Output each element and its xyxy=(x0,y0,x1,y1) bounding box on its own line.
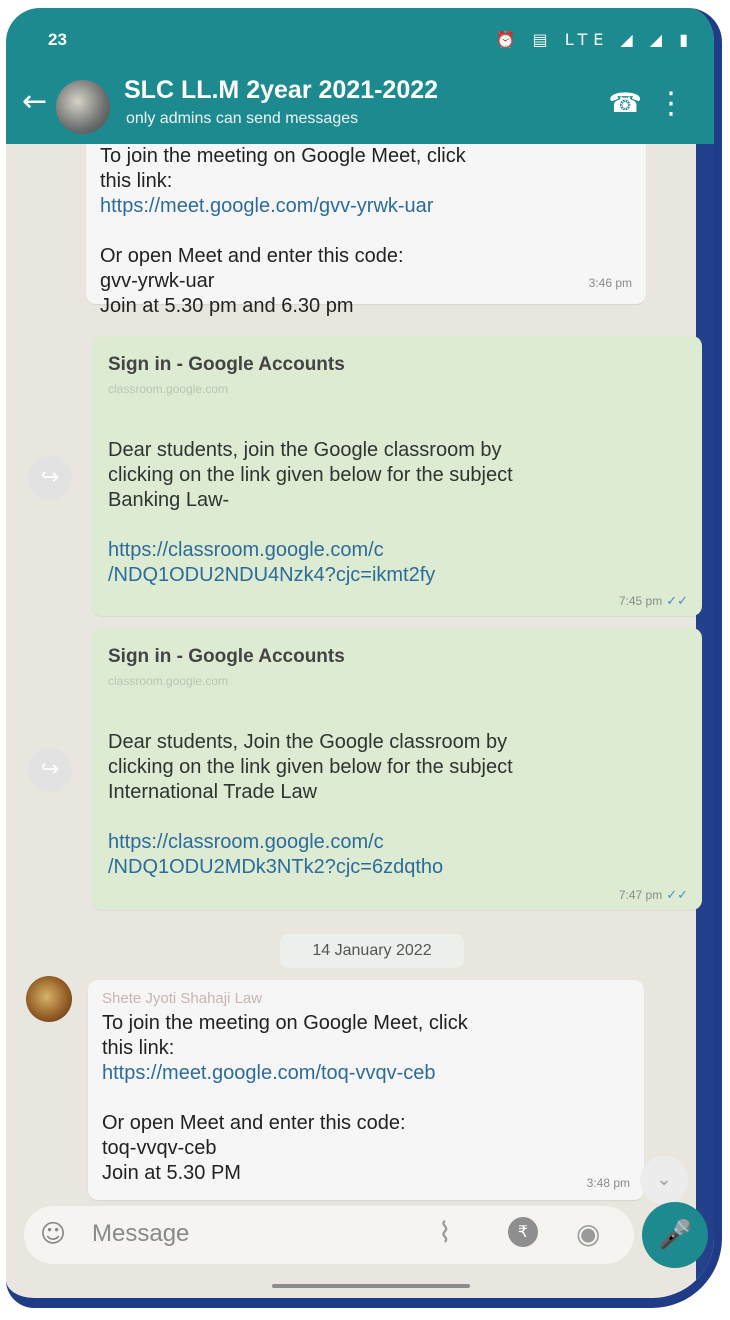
message-time: 3:46 pm xyxy=(588,276,632,290)
message-time: 3:48 pm xyxy=(586,1176,630,1190)
scroll-down-icon[interactable]: ⌄ xyxy=(640,1156,688,1204)
group-title[interactable]: SLC LL.M 2year 2021-2022 xyxy=(124,76,438,105)
add-call-icon[interactable]: ☎ xyxy=(608,88,642,119)
link-preview-title[interactable]: Sign in - Google Accounts xyxy=(108,646,686,668)
message-link[interactable]: https://classroom.google.com/c /NDQ1ODU2… xyxy=(108,830,686,880)
message-text-secondary: Or open Meet and enter this code: gvv-yr… xyxy=(100,245,404,317)
message-bubble-outgoing[interactable]: Sign in - Google Accounts classroom.goog… xyxy=(92,628,702,910)
chat-area[interactable]: To join the meeting on Google Meet, clic… xyxy=(6,144,714,1214)
message-text: Dear students, Join the Google classroom… xyxy=(108,731,513,803)
message-time-text: 7:47 pm xyxy=(618,888,663,902)
message-time: 7:45 pm ✓✓ xyxy=(619,594,688,609)
message-composer[interactable]: ☺ ⌇ ₹ ◉ xyxy=(24,1206,634,1264)
message-time: 7:47 pm ✓✓ xyxy=(619,888,688,903)
message-link[interactable]: https://classroom.google.com/c /NDQ1ODU2… xyxy=(108,538,686,588)
link-preview-title[interactable]: Sign in - Google Accounts xyxy=(108,354,686,376)
message-bubble-outgoing[interactable]: Sign in - Google Accounts classroom.goog… xyxy=(92,336,702,616)
message-time-text: 7:45 pm xyxy=(618,594,663,608)
home-indicator xyxy=(272,1284,470,1288)
status-time: 23 xyxy=(48,30,67,49)
forward-icon[interactable]: ↪ xyxy=(28,748,72,792)
phone-screen: 23 ⏰ ▤ LTE ◢ ◢ ▮ ← SLC LL.M 2year 2021-2… xyxy=(6,8,722,1308)
date-separator: 14 January 2022 xyxy=(280,934,464,968)
status-bar: 23 ⏰ ▤ LTE ◢ ◢ ▮ xyxy=(6,8,714,68)
message-link[interactable]: https://meet.google.com/gvv-yrwk-uar xyxy=(100,194,632,219)
payment-icon[interactable]: ₹ xyxy=(508,1217,538,1247)
message-input[interactable] xyxy=(92,1214,412,1254)
message-link[interactable]: https://meet.google.com/toq-vvqv-ceb xyxy=(102,1061,630,1086)
emoji-icon[interactable]: ☺ xyxy=(40,1219,66,1248)
link-preview-domain: classroom.google.com xyxy=(108,382,229,396)
status-icons: ⏰ ▤ LTE ◢ ◢ ▮ xyxy=(495,30,694,49)
chat-header: ← SLC LL.M 2year 2021-2022 only admins c… xyxy=(6,68,714,144)
link-preview-domain: classroom.google.com xyxy=(108,674,229,688)
sender-name[interactable]: Shete Jyoti Shahaji Law xyxy=(102,990,630,1007)
forward-icon[interactable]: ↪ xyxy=(28,456,72,500)
sender-avatar[interactable] xyxy=(26,976,72,1022)
message-text: To join the meeting on Google Meet, clic… xyxy=(100,145,466,192)
message-text: To join the meeting on Google Meet, clic… xyxy=(102,1012,468,1059)
message-text-secondary: Or open Meet and enter this code: toq-vv… xyxy=(102,1112,406,1184)
group-avatar[interactable] xyxy=(56,80,110,134)
more-options-icon[interactable]: ⋮ xyxy=(656,86,686,121)
camera-icon[interactable]: ◉ xyxy=(576,1217,600,1250)
mic-button[interactable]: 🎤 xyxy=(642,1202,708,1268)
double-check-icon: ✓✓ xyxy=(666,594,688,609)
attach-icon[interactable]: ⌇ xyxy=(438,1216,452,1249)
group-subtitle: only admins can send messages xyxy=(126,110,359,127)
message-bubble-incoming[interactable]: To join the meeting on Google Meet, clic… xyxy=(86,144,646,317)
message-text: Dear students, join the Google classroom… xyxy=(108,439,513,511)
message-bubble-incoming[interactable]: Shete Jyoti Shahaji Law To join the meet… xyxy=(88,980,644,1200)
back-arrow-icon[interactable]: ← xyxy=(22,84,47,119)
double-check-icon: ✓✓ xyxy=(666,888,688,903)
